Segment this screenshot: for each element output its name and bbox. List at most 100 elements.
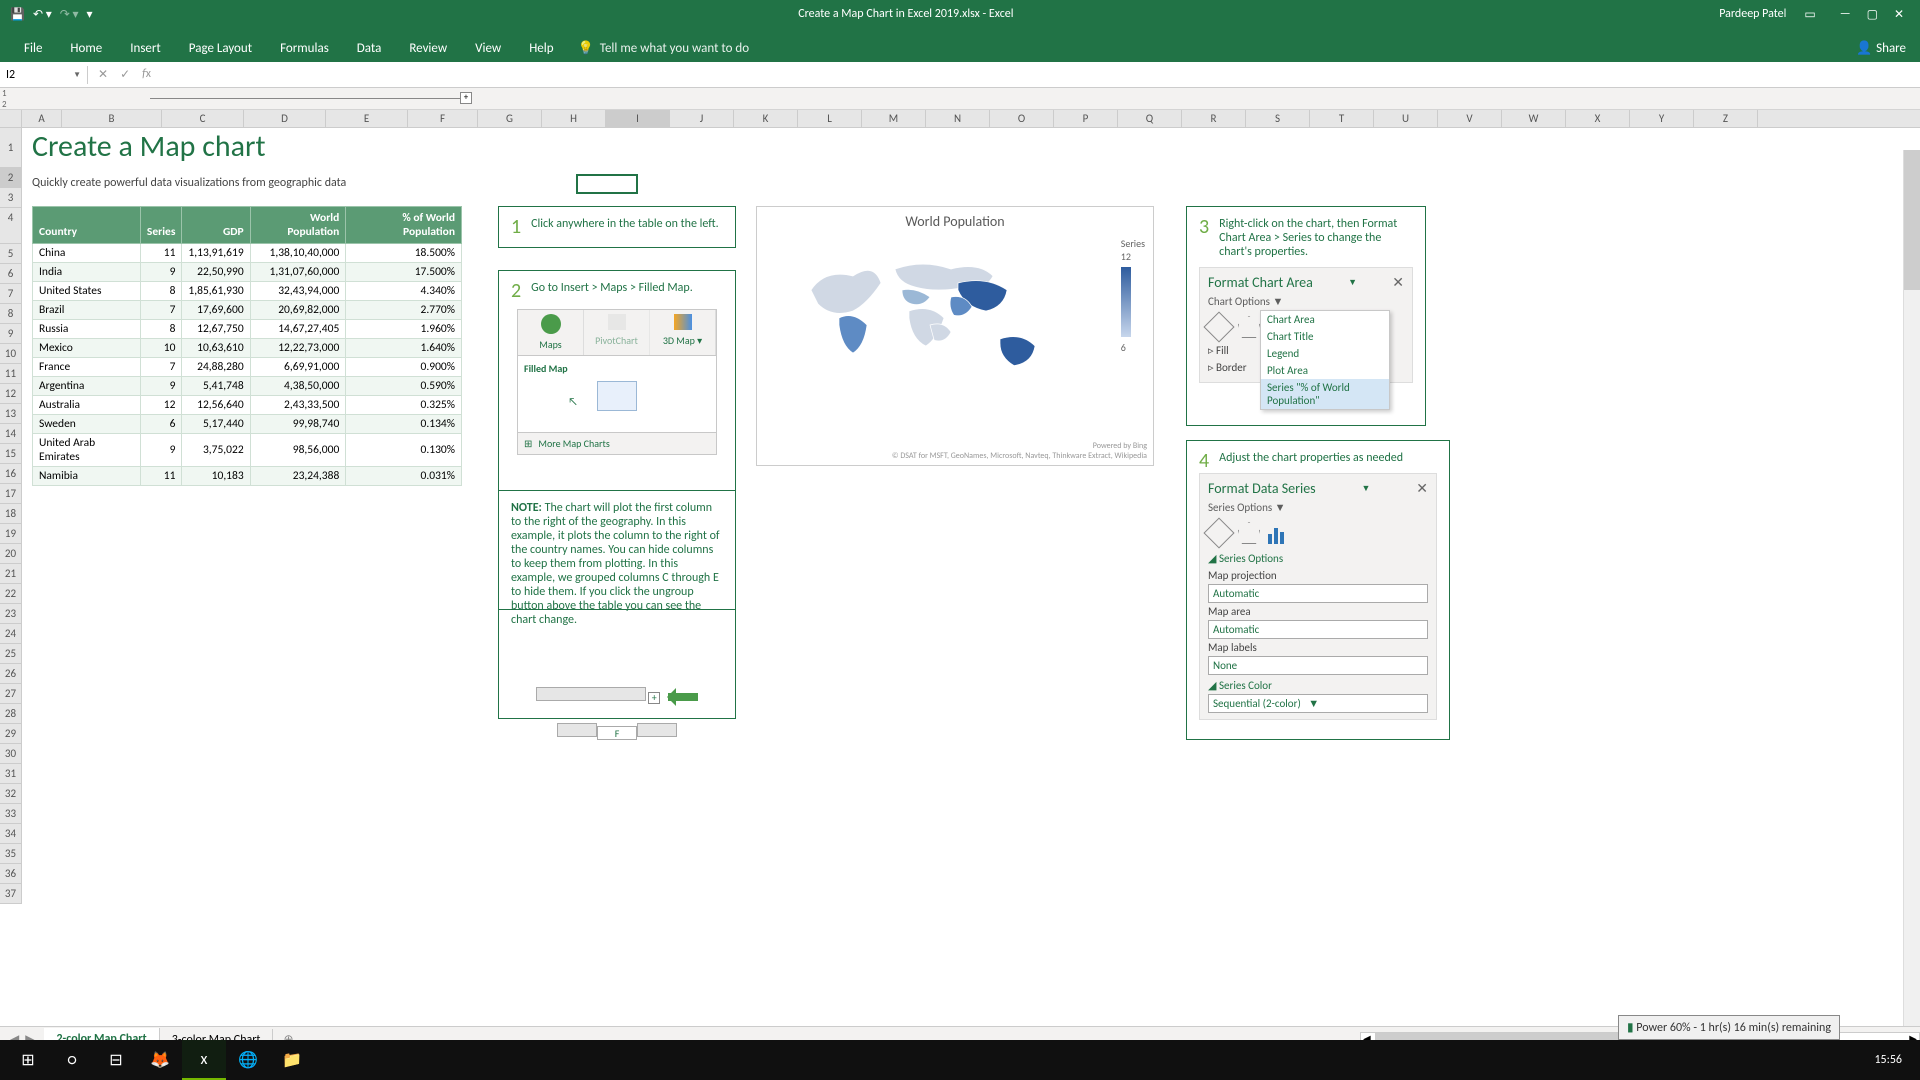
th-gdp[interactable]: GDP — [182, 207, 250, 244]
row-28[interactable]: 28 — [0, 704, 21, 724]
row-4[interactable]: 4 — [0, 208, 21, 244]
row-14[interactable]: 14 — [0, 424, 21, 444]
col-J[interactable]: J — [670, 110, 734, 127]
table-row[interactable]: Australia1212,56,6402,43,33,5000.325% — [33, 396, 462, 415]
map-chart[interactable]: World Population Series 12 6 — [756, 206, 1154, 466]
table-row[interactable]: Namibia1110,18323,24,3880.031% — [33, 467, 462, 486]
vertical-scrollbar[interactable] — [1903, 150, 1920, 1026]
row-37[interactable]: 37 — [0, 884, 21, 904]
th-pop[interactable]: World Population — [250, 207, 346, 244]
table-cell[interactable]: 17,69,600 — [182, 301, 250, 320]
table-cell[interactable]: India — [33, 263, 141, 282]
table-cell[interactable]: 0.134% — [346, 415, 462, 434]
col-I[interactable]: I — [606, 110, 670, 127]
row-26[interactable]: 26 — [0, 664, 21, 684]
close-panel-icon[interactable]: ✕ — [1392, 274, 1404, 291]
table-cell[interactable]: 1,38,10,40,000 — [250, 244, 346, 263]
row-2[interactable]: 2 — [0, 168, 21, 188]
col-B[interactable]: B — [62, 110, 162, 127]
col-W[interactable]: W — [1502, 110, 1566, 127]
tell-me[interactable]: 💡 Tell me what you want to do — [568, 35, 760, 62]
row-headers[interactable]: 1234567891011121314151617181920212223242… — [0, 128, 22, 904]
table-cell[interactable]: 4,38,50,000 — [250, 377, 346, 396]
excel-taskbar-icon[interactable]: x — [182, 1040, 226, 1080]
select-all-corner[interactable] — [0, 110, 22, 128]
table-cell[interactable]: Namibia — [33, 467, 141, 486]
row-13[interactable]: 13 — [0, 404, 21, 424]
tab-data[interactable]: Data — [343, 35, 396, 62]
firefox-icon[interactable]: 🦊 — [138, 1040, 182, 1080]
table-cell[interactable]: 1,85,61,930 — [182, 282, 250, 301]
table-cell[interactable]: 10,63,610 — [182, 339, 250, 358]
qat-dropdown-icon[interactable]: ▾ — [87, 7, 93, 22]
col-C[interactable]: C — [162, 110, 244, 127]
close-icon[interactable]: ✕ — [1894, 7, 1904, 22]
table-row[interactable]: Argentina95,41,7484,38,50,0000.590% — [33, 377, 462, 396]
tab-formulas[interactable]: Formulas — [266, 35, 343, 62]
group-expand-icon[interactable]: + — [460, 92, 472, 104]
table-cell[interactable]: 11 — [140, 244, 182, 263]
system-clock[interactable]: 15:56 — [1862, 1053, 1914, 1067]
table-cell[interactable]: 0.590% — [346, 377, 462, 396]
row-7[interactable]: 7 — [0, 284, 21, 304]
row-29[interactable]: 29 — [0, 724, 21, 744]
table-cell[interactable]: 0.900% — [346, 358, 462, 377]
table-cell[interactable]: 9 — [140, 377, 182, 396]
maximize-icon[interactable]: ▢ — [1867, 7, 1878, 22]
table-cell[interactable]: 9 — [140, 434, 182, 467]
table-cell[interactable]: Sweden — [33, 415, 141, 434]
series-options-section[interactable]: Series Options — [1219, 552, 1283, 565]
row-30[interactable]: 30 — [0, 744, 21, 764]
row-10[interactable]: 10 — [0, 344, 21, 364]
row-19[interactable]: 19 — [0, 524, 21, 544]
col-N[interactable]: N — [926, 110, 990, 127]
series-fill-icon[interactable] — [1203, 517, 1234, 548]
table-cell[interactable]: Australia — [33, 396, 141, 415]
table-cell[interactable]: 12,67,750 — [182, 320, 250, 339]
th-pct[interactable]: % of World Population — [346, 207, 462, 244]
table-cell[interactable]: 0.325% — [346, 396, 462, 415]
col-Q[interactable]: Q — [1118, 110, 1182, 127]
table-cell[interactable]: 20,69,82,000 — [250, 301, 346, 320]
data-table[interactable]: Country Series GDP World Population % of… — [32, 206, 462, 486]
fill-effects-icon[interactable] — [1203, 311, 1234, 342]
table-row[interactable]: Russia812,67,75014,67,27,4051.960% — [33, 320, 462, 339]
fx-icon[interactable]: fx — [142, 67, 151, 82]
map-labels-combo[interactable]: None — [1208, 656, 1428, 675]
table-cell[interactable]: 12 — [140, 396, 182, 415]
table-cell[interactable]: 2.770% — [346, 301, 462, 320]
table-cell[interactable]: Brazil — [33, 301, 141, 320]
start-button[interactable]: ⊞ — [6, 1040, 50, 1080]
table-cell[interactable]: 0.031% — [346, 467, 462, 486]
col-G[interactable]: G — [478, 110, 542, 127]
col-P[interactable]: P — [1054, 110, 1118, 127]
table-cell[interactable]: Mexico — [33, 339, 141, 358]
series-options-icon[interactable] — [1268, 522, 1284, 544]
table-cell[interactable]: 17.500% — [346, 263, 462, 282]
col-S[interactable]: S — [1246, 110, 1310, 127]
tab-review[interactable]: Review — [395, 35, 461, 62]
col-A[interactable]: A — [22, 110, 62, 127]
tab-view[interactable]: View — [461, 35, 515, 62]
menu-chart-title[interactable]: Chart Title — [1261, 328, 1389, 345]
table-cell[interactable]: 24,88,280 — [182, 358, 250, 377]
redo-icon[interactable]: ↷ ▾ — [60, 7, 79, 22]
series-effects-icon[interactable] — [1238, 522, 1260, 544]
row-17[interactable]: 17 — [0, 484, 21, 504]
table-cell[interactable]: United Arab Emirates — [33, 434, 141, 467]
table-cell[interactable]: Russia — [33, 320, 141, 339]
table-cell[interactable]: United States — [33, 282, 141, 301]
map-projection-combo[interactable]: Automatic — [1208, 584, 1428, 603]
table-cell[interactable]: 12,56,640 — [182, 396, 250, 415]
table-cell[interactable]: Argentina — [33, 377, 141, 396]
row-31[interactable]: 31 — [0, 764, 21, 784]
table-cell[interactable]: 4.340% — [346, 282, 462, 301]
th-country[interactable]: Country — [33, 207, 141, 244]
table-cell[interactable]: 1.640% — [346, 339, 462, 358]
cells-area[interactable]: Create a Map chart Quickly create powerf… — [22, 128, 1920, 1026]
table-cell[interactable]: 99,98,740 — [250, 415, 346, 434]
col-M[interactable]: M — [862, 110, 926, 127]
row-25[interactable]: 25 — [0, 644, 21, 664]
chrome-icon[interactable]: 🌐 — [226, 1040, 270, 1080]
explorer-icon[interactable]: 📁 — [270, 1040, 314, 1080]
